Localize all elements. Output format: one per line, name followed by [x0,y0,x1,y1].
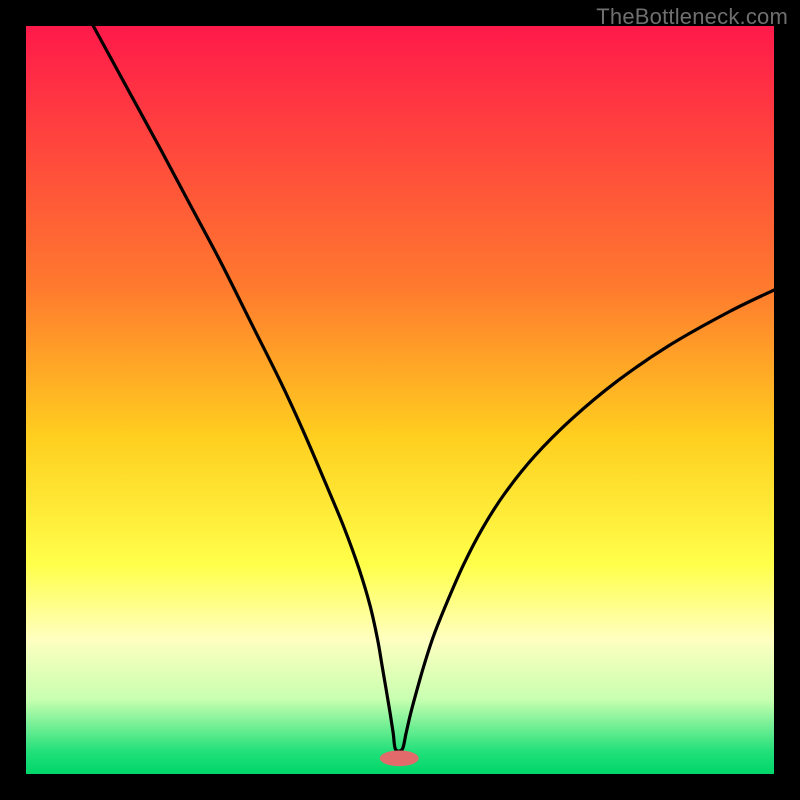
chart-svg [26,26,774,774]
watermark-text: TheBottleneck.com [596,4,788,30]
plot-area [26,26,774,774]
bottleneck-marker [380,750,419,766]
chart-background [26,26,774,774]
chart-frame: TheBottleneck.com [0,0,800,800]
